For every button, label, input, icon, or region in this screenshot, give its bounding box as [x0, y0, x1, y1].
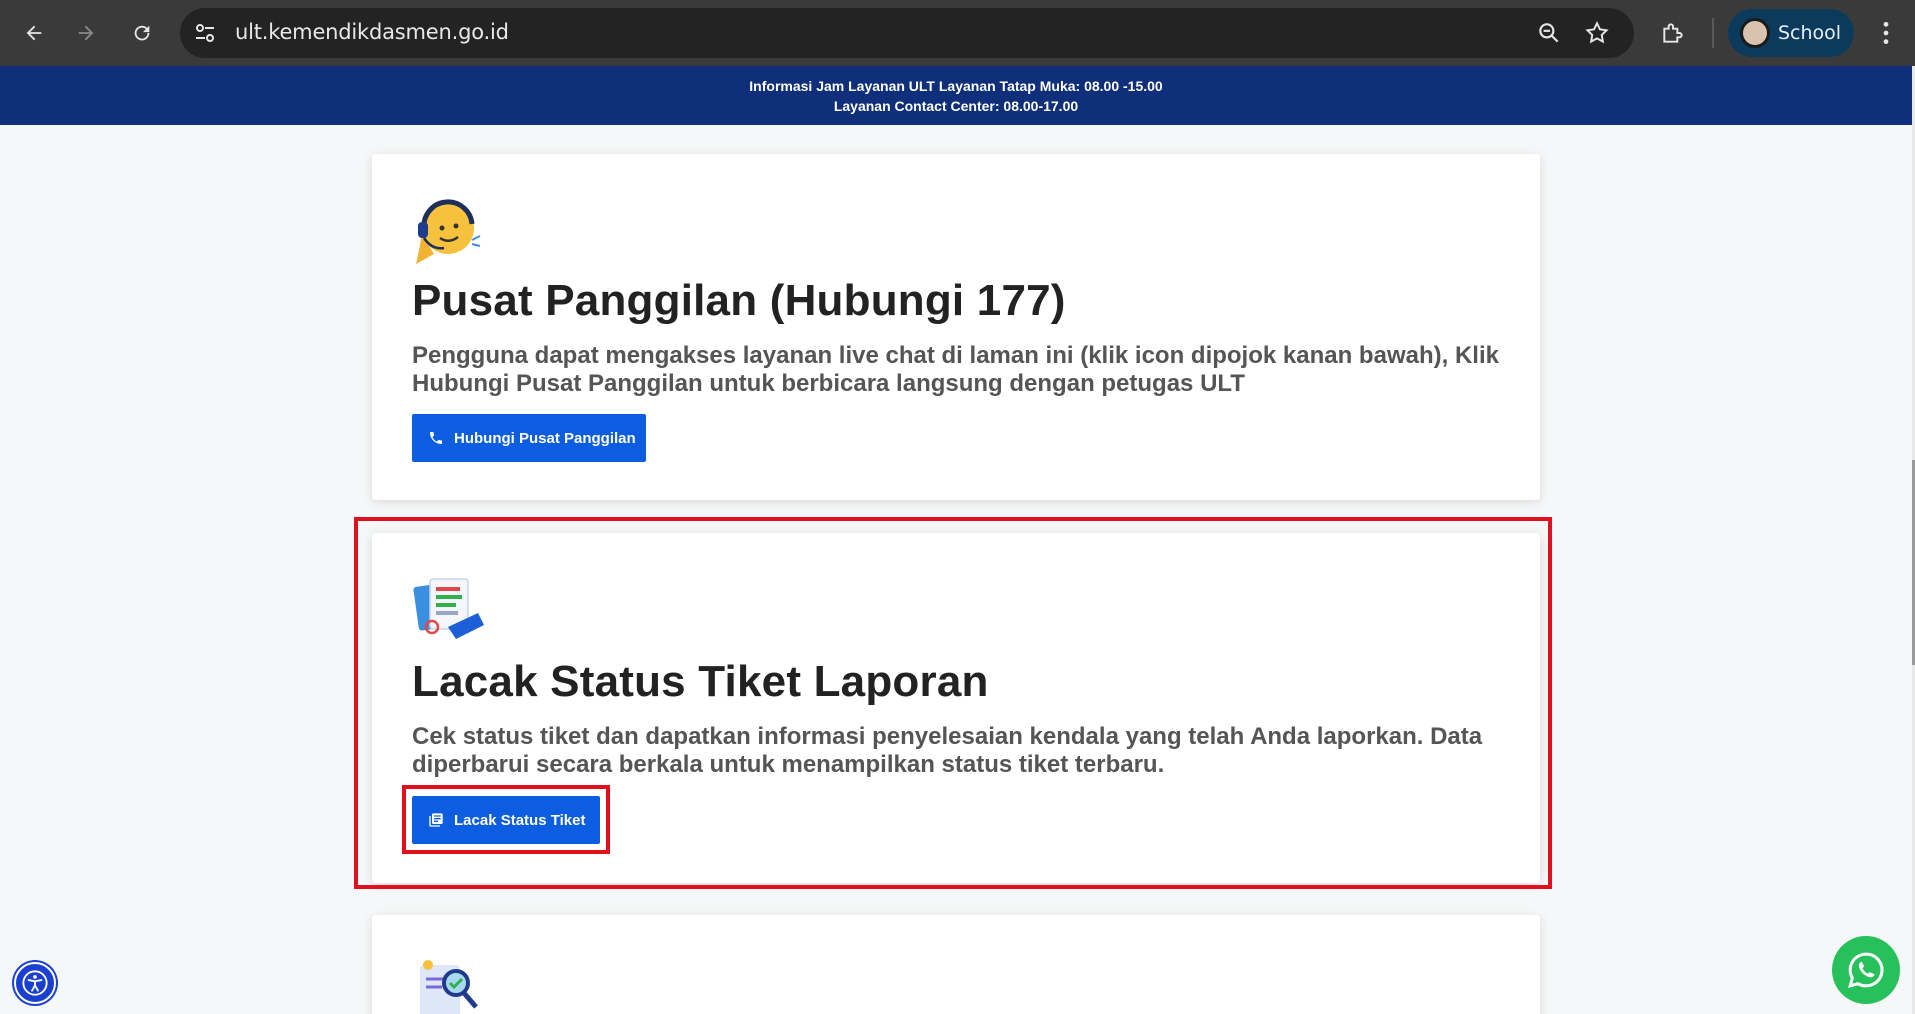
site-info-icon[interactable]: [193, 21, 217, 45]
card-title: Pusat Panggilan (Hubungi 177): [412, 276, 1066, 325]
phone-icon: [430, 432, 442, 444]
document-search-icon: [420, 960, 478, 1014]
toolbar-divider: [1712, 18, 1714, 48]
whatsapp-chat-button[interactable]: [1832, 936, 1900, 1004]
forward-button[interactable]: [68, 15, 104, 51]
arrow-right-icon: [78, 25, 94, 41]
profile-button[interactable]: School: [1728, 9, 1854, 57]
accessibility-icon: [22, 970, 48, 996]
menu-dots-icon[interactable]: [1878, 20, 1894, 46]
banner-line-1: Informasi Jam Layanan ULT Layanan Tatap …: [749, 78, 1163, 94]
service-hours-banner: Informasi Jam Layanan ULT Layanan Tatap …: [0, 66, 1912, 125]
bookmark-star-icon[interactable]: [1584, 20, 1610, 46]
banner-line-2: Layanan Contact Center: 08.00-17.00: [833, 98, 1079, 114]
profile-name: School: [1778, 22, 1842, 44]
whatsapp-icon: [1848, 952, 1884, 988]
browser-toolbar: ult.kemendikdasmen.go.id School: [0, 0, 1915, 66]
reload-button[interactable]: [124, 15, 160, 51]
back-button[interactable]: [16, 15, 52, 51]
zoom-icon[interactable]: [1536, 20, 1562, 46]
url-text[interactable]: ult.kemendikdasmen.go.id: [235, 20, 509, 44]
card-description: Pengguna dapat mengakses layanan live ch…: [412, 342, 1499, 397]
call-center-headset-icon: [416, 199, 481, 264]
highlight-box-button: [402, 785, 610, 854]
extensions-icon[interactable]: [1660, 20, 1686, 46]
reload-icon: [134, 25, 150, 41]
accessibility-button[interactable]: [14, 962, 56, 1004]
avatar: [1740, 18, 1770, 48]
call-center-button[interactable]: Hubungi Pusat Panggilan: [412, 414, 646, 462]
call-center-button-label: Hubungi Pusat Panggilan: [454, 429, 636, 447]
arrow-left-icon: [26, 25, 42, 41]
next-service-card: [372, 915, 1540, 1014]
call-center-card: Pusat Panggilan (Hubungi 177) Pengguna d…: [372, 154, 1540, 500]
